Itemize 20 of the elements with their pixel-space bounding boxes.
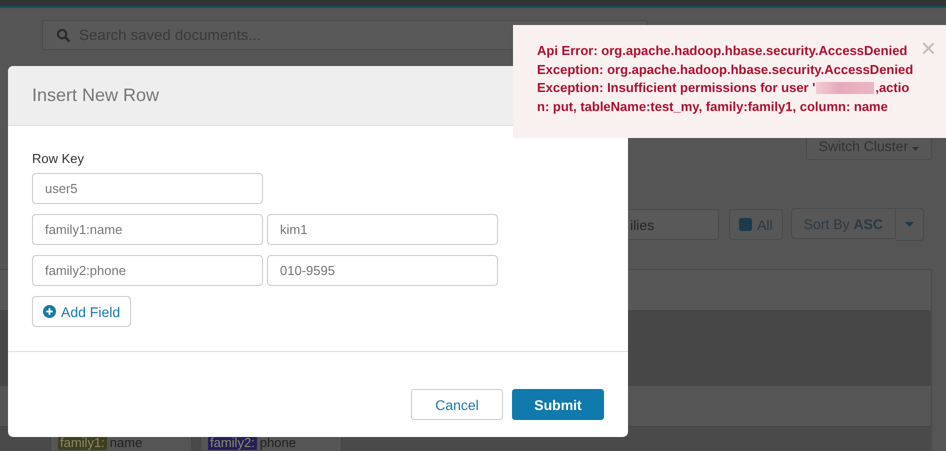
value-field[interactable]: kim1	[267, 214, 498, 245]
search-icon	[56, 28, 71, 42]
add-field-button[interactable]: Add Field	[32, 296, 132, 327]
error-text: Exception: Insufficient permissions for user '	[537, 79, 816, 97]
caret-icon	[912, 147, 919, 151]
plus-circle-icon	[43, 305, 56, 318]
error-text: n: put, tableName:test_my, family:family1, column: name	[537, 98, 888, 116]
column-field[interactable]: family1:name	[32, 214, 263, 245]
error-text: ,actio	[875, 79, 910, 97]
row-key-label: Row Key	[32, 151, 86, 166]
submit-button[interactable]: Submit	[512, 389, 604, 420]
dialog-title: Insert New Row	[32, 85, 160, 106]
redaction-mark	[816, 82, 874, 94]
row-key-field[interactable]: user5	[32, 173, 263, 204]
cancel-button[interactable]: Cancel	[411, 389, 503, 420]
value-field[interactable]: 010-9595	[267, 255, 498, 286]
caret-icon	[905, 222, 914, 227]
sort-dropdown[interactable]	[896, 208, 924, 241]
column-field[interactable]: family2:phone	[32, 255, 263, 286]
error-text: Exception: org.apache.hadoop.hbase.security.AccessDenied	[537, 60, 914, 79]
